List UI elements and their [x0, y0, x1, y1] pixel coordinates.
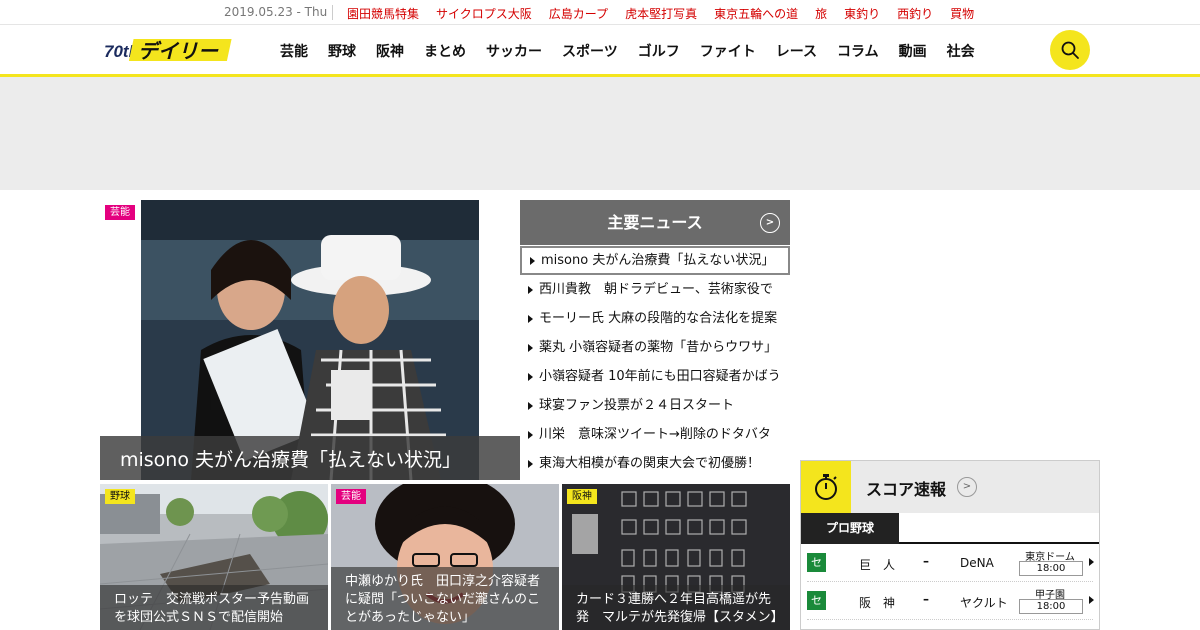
utility-bar: 2019.05.23 - Thu 園田競馬特集 サイクロプス大阪 広島カープ 虎…: [0, 0, 1200, 25]
utility-link[interactable]: 東京五輪への道: [714, 5, 798, 22]
card-caption: カード３連勝へ２年目高橋遥が先発 マルテが先発復帰【スタメン】: [562, 585, 790, 630]
nav-item[interactable]: スポーツ: [562, 41, 618, 61]
triangle-icon: [528, 343, 533, 352]
news-item-title: 薬丸 小嶺容疑者の薬物「昔からウワサ」: [539, 340, 778, 355]
game-time: 18:00: [1019, 599, 1083, 614]
triangle-icon: [528, 459, 533, 468]
nav-item[interactable]: まとめ: [424, 41, 466, 61]
news-item-title: 小嶺容疑者 10年前にも田口容疑者かばう: [539, 369, 781, 384]
news-item-title: モーリー氏 大麻の段階的な合法化を提案: [539, 311, 778, 326]
triangle-icon: [528, 314, 533, 323]
article-card[interactable]: 野球 ロッテ 交流戦ポスター予告動画を球団公式ＳＮＳで配信開始: [100, 484, 328, 630]
category-badge: 阪神: [567, 489, 597, 504]
news-item[interactable]: 薬丸 小嶺容疑者の薬物「昔からウワサ」: [520, 333, 790, 362]
main-news-title: 主要ニュース: [607, 213, 703, 232]
score-title: スコア速報: [866, 480, 947, 499]
chevron-right-icon: >: [957, 477, 977, 497]
arrow-right-icon: [1089, 596, 1094, 604]
game-row[interactable]: セ 巨 人 – DeNA 東京ドーム 18:00: [807, 544, 1094, 582]
away-team: ヤクルト: [960, 596, 1008, 610]
news-list: misono 夫がん治療費「払えない状況」 西川貴教 朝ドラデビュー、芸術家役で…: [520, 246, 790, 478]
nav-item[interactable]: コラム: [837, 41, 879, 61]
league-badge: セ: [807, 553, 826, 572]
news-item[interactable]: モーリー氏 大麻の段階的な合法化を提案: [520, 304, 790, 333]
triangle-icon: [528, 285, 533, 294]
search-icon: [1061, 41, 1079, 59]
news-item[interactable]: 球宴ファン投票が２４日スタート: [520, 391, 790, 420]
tab-pro-baseball[interactable]: プロ野球: [801, 513, 899, 544]
card-caption: 中瀬ゆかり氏 田口淳之介容疑者に疑問「ついこないだ瀧さんのことがあったじゃない」: [331, 567, 559, 630]
nav-item[interactable]: レース: [776, 41, 817, 61]
news-item[interactable]: 小嶺容疑者 10年前にも田口容疑者かばう: [520, 362, 790, 391]
nav-item[interactable]: ゴルフ: [638, 41, 680, 61]
svg-text:デイリー: デイリー: [138, 39, 219, 63]
home-team: 阪 神: [859, 596, 896, 610]
nav-item[interactable]: 社会: [947, 41, 975, 61]
score-dash: –: [923, 554, 929, 568]
main-news-panel: 主要ニュース > misono 夫がん治療費「払えない状況」 西川貴教 朝ドラデ…: [520, 200, 790, 478]
news-item-title: 球宴ファン投票が２４日スタート: [539, 398, 735, 413]
ad-banner: [0, 77, 1200, 190]
triangle-icon: [528, 372, 533, 381]
nav-item[interactable]: 野球: [328, 41, 356, 61]
nav-item[interactable]: 芸能: [280, 41, 308, 61]
score-tabs: プロ野球: [801, 513, 1099, 544]
nav-item[interactable]: 動画: [899, 41, 927, 61]
news-item-title: 西川貴教 朝ドラデビュー、芸術家役で: [539, 282, 773, 297]
hero-article[interactable]: 芸能 misono 夫がん治療費「払えない状況」: [100, 200, 520, 480]
category-badge: 芸能: [336, 489, 366, 504]
category-badge: 野球: [105, 489, 135, 504]
utility-link[interactable]: 東釣り: [844, 5, 880, 22]
score-widget: スコア速報 > プロ野球 セ 巨 人 – DeNA 東京ドーム 18:00 セ …: [800, 460, 1100, 630]
utility-link[interactable]: 虎本堅打写真: [625, 5, 697, 22]
utility-link[interactable]: 西釣り: [897, 5, 933, 22]
article-card[interactable]: 芸能 中瀬ゆかり氏 田口淳之介容疑者に疑問「ついこないだ瀧さんのことがあったじゃ…: [331, 484, 559, 630]
score-dash: –: [923, 592, 929, 606]
main-nav: 芸能 野球 阪神 まとめ サッカー スポーツ ゴルフ ファイト レース コラム …: [280, 41, 995, 61]
site-logo[interactable]: 70th デイリー: [104, 37, 234, 63]
utility-link[interactable]: 広島カープ: [549, 5, 608, 22]
utility-link[interactable]: 買物: [950, 5, 974, 22]
news-item[interactable]: 東海大相模が春の関東大会で初優勝！: [520, 449, 790, 478]
news-item[interactable]: 川栄 意味深ツイート→削除のドタバタ: [520, 420, 790, 449]
utility-link[interactable]: 旅: [815, 5, 827, 22]
news-item-title: misono 夫がん治療費「払えない状況」: [541, 253, 775, 268]
game-time: 18:00: [1019, 561, 1083, 576]
main-news-heading[interactable]: 主要ニュース >: [520, 200, 790, 245]
away-team: DeNA: [960, 556, 994, 570]
nav-item[interactable]: 阪神: [376, 41, 404, 61]
current-date: 2019.05.23 - Thu: [224, 5, 328, 19]
utility-link[interactable]: サイクロプス大阪: [436, 5, 532, 22]
divider: [332, 5, 333, 20]
news-item[interactable]: misono 夫がん治療費「払えない状況」: [520, 246, 790, 275]
chevron-right-icon: >: [760, 213, 780, 233]
nav-item[interactable]: ファイト: [700, 41, 756, 61]
stopwatch-icon: [801, 461, 851, 513]
home-team: 巨 人: [859, 558, 896, 572]
search-button[interactable]: [1050, 30, 1090, 70]
arrow-right-icon: [1089, 558, 1094, 566]
hero-caption: misono 夫がん治療費「払えない状況」: [100, 436, 520, 480]
utility-links: 園田競馬特集 サイクロプス大阪 広島カープ 虎本堅打写真 東京五輪への道 旅 東…: [347, 5, 991, 22]
news-item[interactable]: 西川貴教 朝ドラデビュー、芸術家役で: [520, 275, 790, 304]
news-item-title: 川栄 意味深ツイート→削除のドタバタ: [539, 427, 771, 442]
category-badge: 芸能: [105, 205, 135, 220]
nav-item[interactable]: サッカー: [486, 41, 542, 61]
game-row[interactable]: セ 阪 神 – ヤクルト 甲子園 18:00: [807, 582, 1094, 620]
league-badge: セ: [807, 591, 826, 610]
utility-link[interactable]: 園田競馬特集: [347, 5, 419, 22]
card-caption: ロッテ 交流戦ポスター予告動画を球団公式ＳＮＳで配信開始: [100, 585, 328, 630]
triangle-icon: [528, 401, 533, 410]
score-header[interactable]: スコア速報 >: [801, 461, 1099, 513]
triangle-icon: [528, 430, 533, 439]
article-card[interactable]: 阪神 カード３連勝へ２年目高橋遥が先発 マルテが先発復帰【スタメン】: [562, 484, 790, 630]
triangle-icon: [530, 256, 535, 265]
news-item-title: 東海大相模が春の関東大会で初優勝！: [539, 456, 761, 471]
